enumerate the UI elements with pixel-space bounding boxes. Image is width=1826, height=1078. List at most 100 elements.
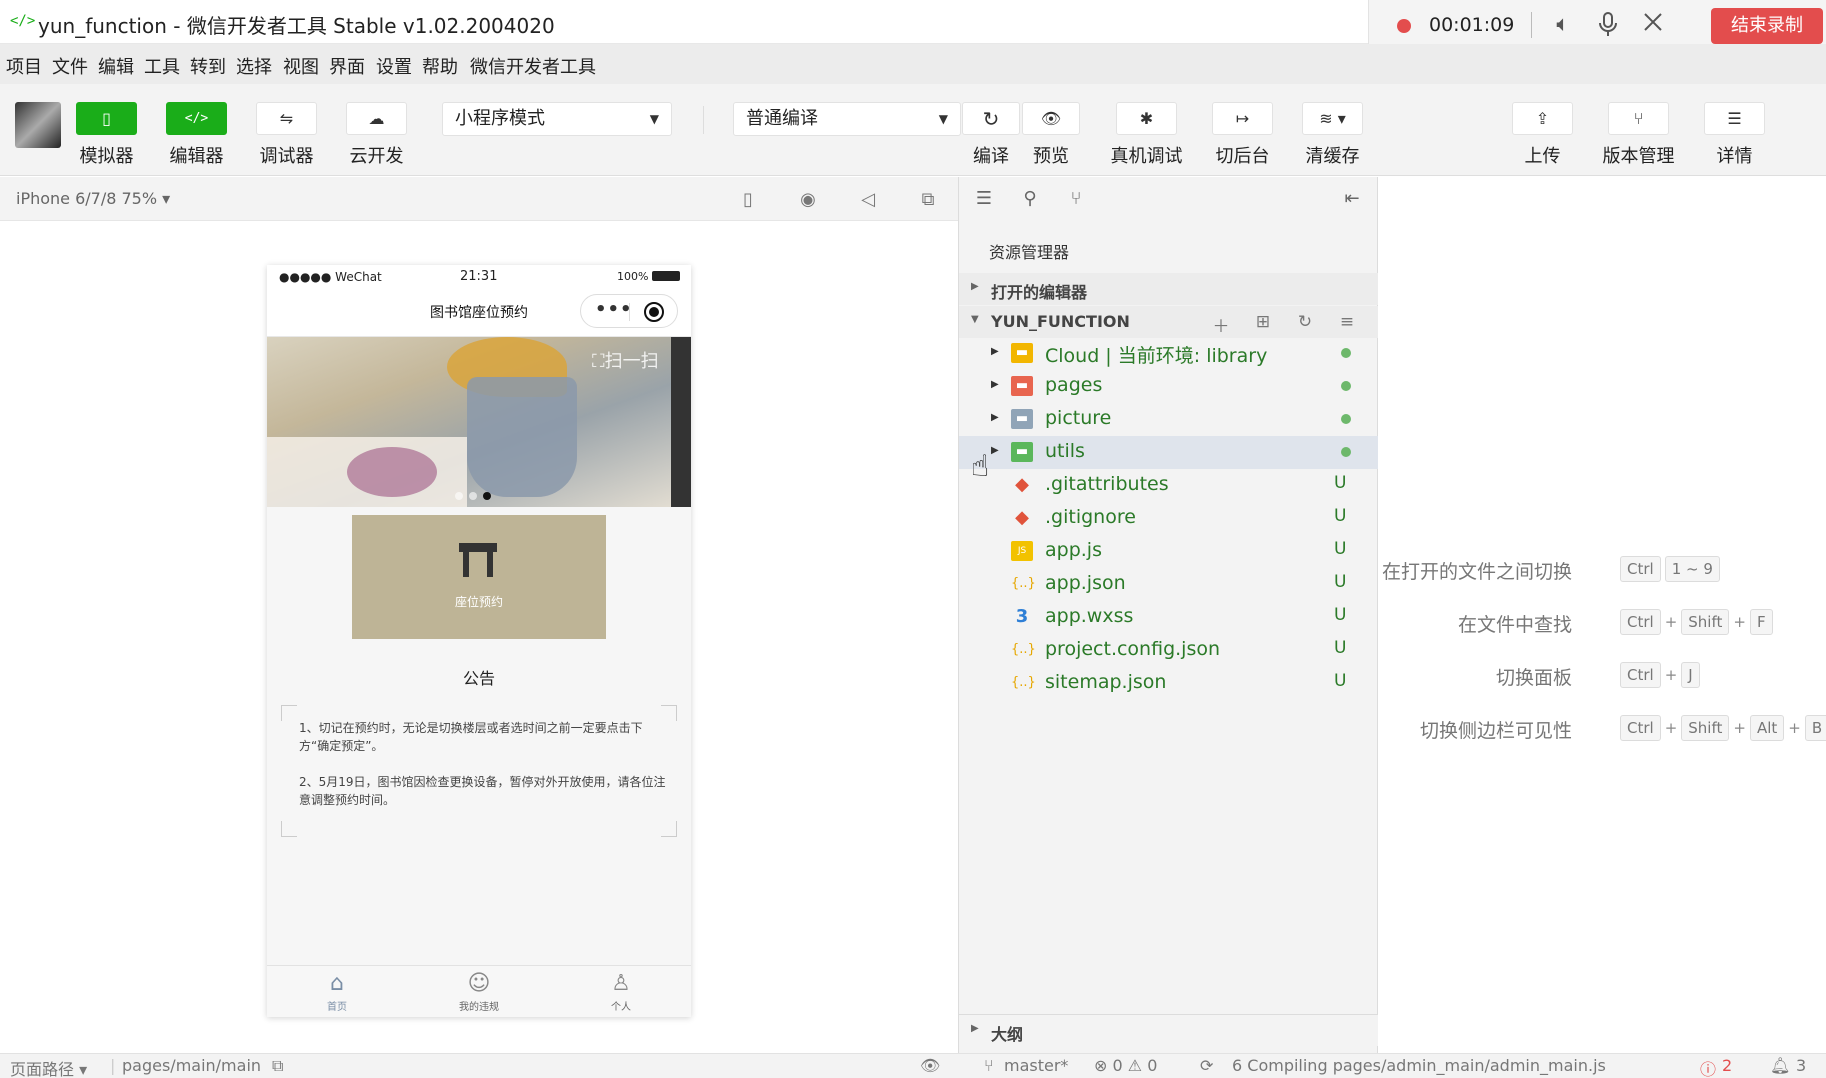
chevron-right-icon[interactable]: ▶ bbox=[991, 346, 999, 357]
microphone-icon[interactable] bbox=[1594, 11, 1622, 39]
menu-tools[interactable]: 工具 bbox=[144, 53, 180, 79]
menu-select[interactable]: 选择 bbox=[236, 53, 272, 79]
list-icon[interactable]: ☰ bbox=[971, 187, 997, 211]
chevron-right-icon: ▶ bbox=[971, 281, 979, 292]
shortcut-label: 切换面板 bbox=[1495, 667, 1572, 689]
preview-button[interactable]: 👁︎ bbox=[1022, 102, 1080, 135]
bell-icon[interactable]: 🔔︎ bbox=[1770, 1056, 1790, 1075]
compile-status: 6 Compiling pages/admin_main/admin_main.… bbox=[1232, 1056, 1606, 1075]
copy-icon[interactable]: ⧉ bbox=[272, 1056, 283, 1076]
key-plus: + bbox=[1664, 666, 1678, 684]
menu-settings[interactable]: 设置 bbox=[376, 53, 412, 79]
mode-select[interactable]: 小程序模式 ▼ bbox=[442, 102, 672, 136]
git-branch-icon[interactable]: ⑂ bbox=[1063, 187, 1089, 211]
tree-file-app-json[interactable]: {..} app.json U bbox=[959, 568, 1379, 601]
problems-count[interactable]: ⊗ 0 ⚠ 0 bbox=[1094, 1056, 1157, 1075]
page-path-select[interactable]: 页面路径 ▾ bbox=[10, 1056, 87, 1078]
menu-goto[interactable]: 转到 bbox=[190, 53, 226, 79]
tab-violations[interactable]: ☺ 我的违规 bbox=[439, 970, 519, 1013]
chevron-right-icon[interactable]: ▶ bbox=[991, 445, 999, 456]
chevron-right-icon[interactable]: ▶ bbox=[991, 412, 999, 423]
toolbar: ▯ 模拟器 </> 编辑器 ⇋ 调试器 ☁︎ 云开发 小程序模式 ▼ 普通编译 … bbox=[0, 84, 1826, 176]
outline-section[interactable]: ▶ 大纲 bbox=[959, 1014, 1379, 1046]
tree-file-gitattributes[interactable]: ◆ .gitattributes U bbox=[959, 469, 1379, 502]
status-bar: 页面路径 ▾ | pages/main/main ⧉ 👁︎ ⑂ master* … bbox=[0, 1053, 1826, 1078]
scan-button[interactable]: ⛶扫一扫 bbox=[592, 347, 659, 373]
shortcut-hints: 在打开的文件之间切换 Ctrl 1 ~ 9 在文件中查找 Ctrl + Shift + F… bbox=[1378, 177, 1826, 1053]
menu-project[interactable]: 项目 bbox=[6, 53, 42, 79]
phone-icon[interactable]: ▯ bbox=[736, 188, 760, 212]
new-folder-icon[interactable]: ⊞ bbox=[1251, 312, 1275, 332]
phone-status-bar: ●●●●● WeChat 21:31 100% bbox=[267, 265, 691, 287]
carousel-dot[interactable] bbox=[455, 492, 463, 500]
tab-home[interactable]: ⌂ 首页 bbox=[297, 970, 377, 1013]
git-branch-icon[interactable]: ⑂ bbox=[984, 1056, 994, 1075]
version-button[interactable]: ⑂ bbox=[1608, 102, 1669, 135]
menu-edit[interactable]: 编辑 bbox=[98, 53, 134, 79]
remote-debug-button[interactable]: ✱ bbox=[1116, 102, 1177, 135]
close-icon[interactable] bbox=[1639, 11, 1667, 39]
volume-icon[interactable]: ◁ bbox=[856, 188, 880, 212]
compile-button[interactable]: ↻ bbox=[962, 102, 1020, 135]
background-button[interactable]: ↦ bbox=[1212, 102, 1273, 135]
project-section[interactable]: ▼ YUN_FUNCTION ＋ ⊞ ↻ ≡ bbox=[959, 306, 1379, 338]
collapse-panel-icon[interactable]: ⇤ bbox=[1339, 187, 1365, 211]
new-file-icon[interactable]: ＋ bbox=[1209, 312, 1233, 337]
menu-help[interactable]: 帮助 bbox=[422, 53, 458, 79]
tree-folder-picture[interactable]: ▶ ▬ picture bbox=[959, 403, 1379, 436]
key-cap: J bbox=[1681, 662, 1700, 688]
refresh-icon[interactable]: ↻ bbox=[1293, 312, 1317, 332]
clear-cache-button[interactable]: ≋ ▾ bbox=[1302, 102, 1363, 135]
branch-icon: ⑂ bbox=[1633, 109, 1644, 128]
banner-carousel[interactable]: ⛶扫一扫 bbox=[267, 337, 691, 507]
menu-interface[interactable]: 界面 bbox=[329, 53, 365, 79]
popout-icon[interactable]: ⧉ bbox=[916, 188, 940, 212]
seat-reservation-card[interactable]: 座位预约 bbox=[352, 515, 606, 639]
compile-mode-select[interactable]: 普通编译 ▼ bbox=[733, 102, 961, 136]
upload-button[interactable]: ⇪ bbox=[1512, 102, 1573, 135]
shortcut-row: 在文件中查找 Ctrl + Shift + F bbox=[1378, 607, 1826, 637]
carousel-dot[interactable] bbox=[483, 492, 491, 500]
details-button[interactable]: ☰ bbox=[1704, 102, 1765, 135]
git-branch[interactable]: master* bbox=[1004, 1056, 1068, 1075]
speaker-icon[interactable]: 🔈︎ bbox=[1549, 11, 1577, 39]
open-editors-section[interactable]: ▶ 打开的编辑器 bbox=[959, 273, 1379, 305]
menu-view[interactable]: 视图 bbox=[283, 53, 319, 79]
tree-folder-cloud[interactable]: ▶ ▬ Cloud | 当前环境: library bbox=[959, 337, 1379, 370]
eye-icon[interactable]: 👁︎ bbox=[920, 1056, 940, 1075]
tree-folder-utils[interactable]: ▶ ▬ utils bbox=[959, 436, 1379, 469]
chevron-right-icon[interactable]: ▶ bbox=[991, 379, 999, 390]
tree-file-sitemap[interactable]: {..} sitemap.json U bbox=[959, 667, 1379, 700]
more-icon[interactable]: ••• bbox=[595, 299, 633, 320]
menu-file[interactable]: 文件 bbox=[52, 53, 88, 79]
tree-folder-pages[interactable]: ▶ ▬ pages bbox=[959, 370, 1379, 403]
tab-profile[interactable]: ♙ 个人 bbox=[581, 970, 661, 1013]
folder-icon: ▬ bbox=[1011, 442, 1033, 462]
menu-devtools[interactable]: 微信开发者工具 bbox=[470, 53, 596, 79]
phone-icon: ▯ bbox=[102, 109, 111, 128]
carousel-dot[interactable] bbox=[469, 492, 477, 500]
tree-file-app-wxss[interactable]: 3 app.wxss U bbox=[959, 601, 1379, 634]
error-count[interactable]: 2 bbox=[1722, 1056, 1732, 1075]
simulator-toggle-button[interactable]: ▯ bbox=[76, 102, 137, 135]
close-capsule-icon[interactable] bbox=[644, 302, 664, 322]
tree-file-app-js[interactable]: JS app.js U bbox=[959, 535, 1379, 568]
stop-recording-button[interactable]: 结束录制 bbox=[1711, 8, 1823, 44]
menu-capsule[interactable]: ••• bbox=[580, 294, 678, 328]
editor-toggle-button[interactable]: </> bbox=[166, 102, 227, 135]
tree-file-project-config[interactable]: {..} project.config.json U bbox=[959, 634, 1379, 667]
error-icon[interactable]: ⓘ bbox=[1700, 1056, 1716, 1078]
section-label: YUN_FUNCTION bbox=[991, 312, 1130, 331]
cloud-button[interactable]: ☁︎ bbox=[346, 102, 407, 135]
stop-icon[interactable]: ◉ bbox=[796, 188, 820, 212]
device-select[interactable]: iPhone 6/7/8 75% ▾ bbox=[16, 189, 170, 208]
debugger-toggle-button[interactable]: ⇋ bbox=[256, 102, 317, 135]
shortcut-keys: Ctrl + J bbox=[1620, 662, 1704, 688]
notice-text: 2、5月19日，图书馆因检查更换设备，暂停对外开放使用，请各位注意调整预约时间。 bbox=[299, 775, 666, 807]
collapse-all-icon[interactable]: ≡ bbox=[1335, 312, 1359, 332]
tree-file-gitignore[interactable]: ◆ .gitignore U bbox=[959, 502, 1379, 535]
avatar[interactable] bbox=[15, 102, 61, 148]
eye-icon: 👁︎ bbox=[1040, 109, 1062, 128]
search-icon[interactable]: ⚲ bbox=[1017, 187, 1043, 211]
notification-count[interactable]: 3 bbox=[1796, 1056, 1806, 1075]
